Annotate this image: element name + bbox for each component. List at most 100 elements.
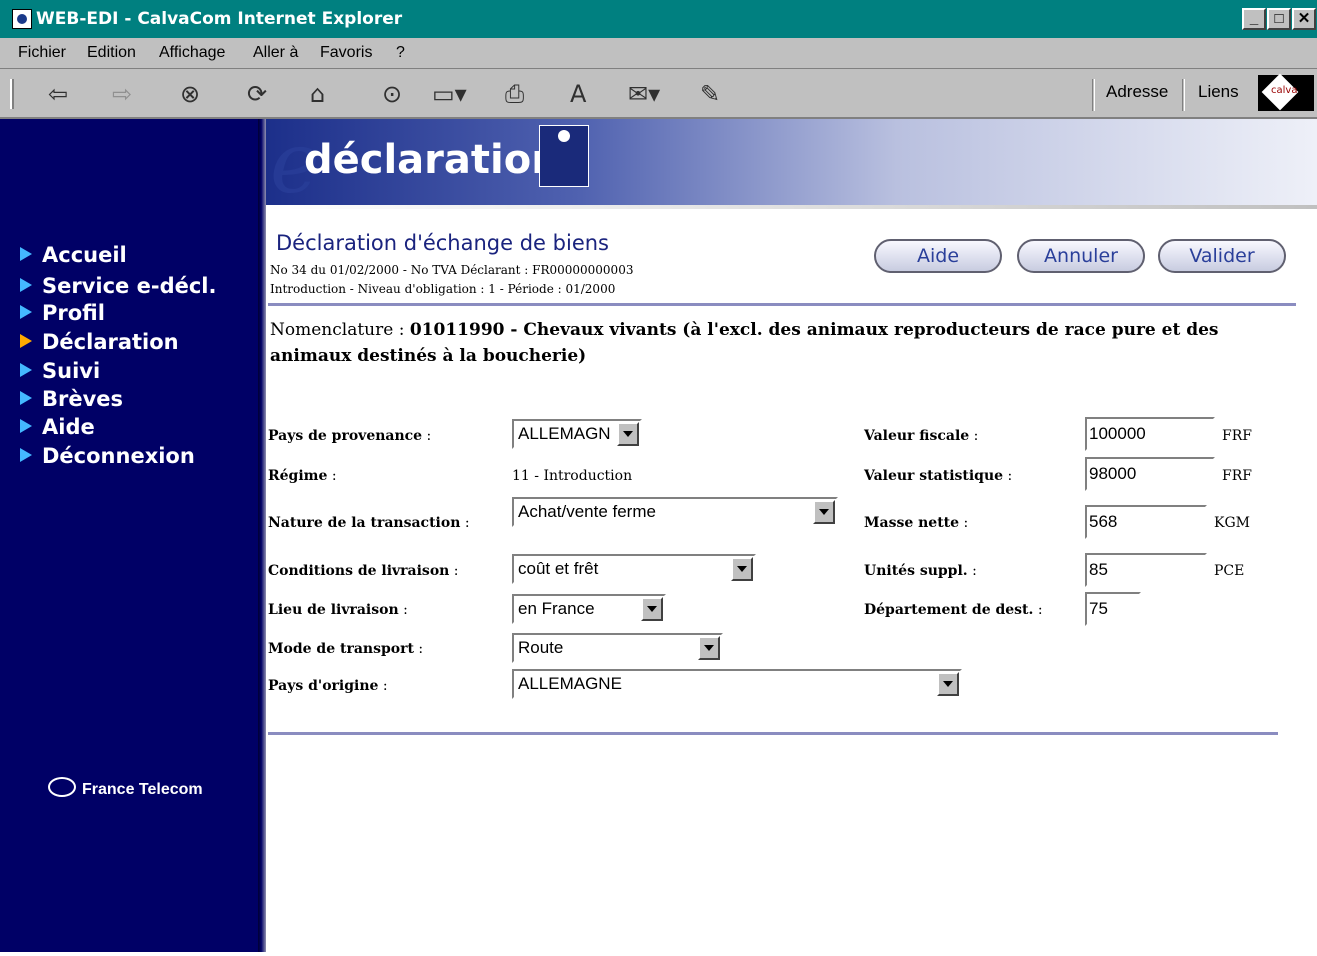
conditions-livraison-select[interactable]: coût et frêt xyxy=(512,554,756,584)
declaration-context: Introduction - Niveau d'obligation : 1 -… xyxy=(270,282,616,296)
chevron-down-icon[interactable] xyxy=(641,597,663,621)
valeur-fiscale-label: Valeur fiscale : xyxy=(864,428,979,444)
stop-icon[interactable]: ⊗ xyxy=(180,79,200,109)
chevron-down-icon[interactable] xyxy=(698,636,720,660)
nav-profil[interactable]: Profil xyxy=(20,301,105,325)
select-value: ALLEMAGNE xyxy=(518,674,622,693)
nav-breves[interactable]: Brèves xyxy=(20,387,123,411)
menu-affichage[interactable]: Affichage xyxy=(159,44,225,62)
arrow-active-icon xyxy=(20,334,32,348)
arrow-icon xyxy=(20,419,32,433)
toolbar-separator xyxy=(1182,79,1185,111)
ie-app-icon[interactable] xyxy=(12,9,32,29)
arrow-icon xyxy=(20,448,32,462)
arrow-icon xyxy=(20,305,32,319)
edit-icon[interactable]: ✎ xyxy=(700,79,720,109)
chevron-down-icon[interactable] xyxy=(617,422,639,446)
departement-dest-label: Département de dest. : xyxy=(864,602,1043,618)
select-value: ALLEMAGN xyxy=(518,424,611,443)
menu-aller[interactable]: Aller à xyxy=(253,44,298,62)
nav-declaration[interactable]: Déclaration xyxy=(20,330,179,354)
help-button[interactable]: Aide xyxy=(874,239,1002,273)
nav-accueil[interactable]: Accueil xyxy=(20,243,127,267)
pays-provenance-label: Pays de provenance : xyxy=(268,428,432,444)
search-icon[interactable]: ⊙ xyxy=(382,79,402,109)
arrow-icon xyxy=(20,363,32,377)
validate-button[interactable]: Valider xyxy=(1158,239,1286,273)
e-declaration-banner: e déclaration xyxy=(266,119,1317,205)
declaration-info: No 34 du 01/02/2000 - No TVA Déclarant :… xyxy=(270,263,634,277)
sidebar: Accueil Service e-décl. Profil Déclarati… xyxy=(0,119,258,952)
departement-dest-input[interactable] xyxy=(1085,592,1141,626)
nav-label: Aide xyxy=(42,415,95,439)
arrow-icon xyxy=(20,247,32,261)
nav-label: Déclaration xyxy=(42,330,179,354)
calva-logo[interactable] xyxy=(1258,75,1314,111)
select-value: coût et frêt xyxy=(518,559,599,578)
forward-icon[interactable]: ⇨ xyxy=(112,79,132,109)
chevron-down-icon[interactable] xyxy=(813,500,835,524)
select-value: Achat/vente ferme xyxy=(518,502,656,521)
nomenclature-label: Nomenclature : xyxy=(270,320,410,340)
nature-transaction-select[interactable]: Achat/vente ferme xyxy=(512,497,838,527)
arrow-icon xyxy=(20,278,32,292)
back-icon[interactable]: ⇦ xyxy=(48,79,68,109)
footer-divider xyxy=(268,732,1278,735)
unites-suppl-label: Unités suppl. : xyxy=(864,563,977,579)
masse-nette-input[interactable] xyxy=(1085,505,1207,539)
arrow-icon xyxy=(20,391,32,405)
address-label[interactable]: Adresse xyxy=(1106,82,1168,102)
nav-service[interactable]: Service e-décl. xyxy=(20,274,216,298)
valeur-statistique-input[interactable] xyxy=(1085,457,1215,491)
links-label[interactable]: Liens xyxy=(1198,82,1239,102)
home-icon[interactable]: ⌂ xyxy=(310,79,325,109)
menu-edition[interactable]: Edition xyxy=(87,44,136,62)
banner-title: déclaration xyxy=(304,137,560,183)
lieu-livraison-select[interactable]: en France xyxy=(512,594,666,624)
nav-label: Service e-décl. xyxy=(42,274,217,298)
menu-help[interactable]: ? xyxy=(396,44,405,62)
refresh-icon[interactable]: ⟳ xyxy=(247,79,267,109)
maximize-button[interactable]: □ xyxy=(1267,8,1291,30)
cancel-button[interactable]: Annuler xyxy=(1017,239,1145,273)
regime-label: Régime : xyxy=(268,468,337,484)
close-button[interactable]: ✕ xyxy=(1292,8,1316,30)
menu-fichier[interactable]: Fichier xyxy=(18,44,66,62)
valeur-statistique-label: Valeur statistique : xyxy=(864,468,1013,484)
mail-icon[interactable]: ✉▾ xyxy=(628,79,660,109)
toolbar-grip[interactable] xyxy=(10,79,14,109)
page-title: Déclaration d'échange de biens xyxy=(276,231,609,255)
nav-suivi[interactable]: Suivi xyxy=(20,359,100,383)
regime-value: 11 - Introduction xyxy=(512,468,633,484)
valeur-fiscale-unit: FRF xyxy=(1222,428,1252,444)
nav-label: Profil xyxy=(42,301,105,325)
masse-nette-label: Masse nette : xyxy=(864,515,969,531)
pays-origine-select[interactable]: ALLEMAGNE xyxy=(512,669,962,699)
toolbar: ⇦ ⇨ ⊗ ⟳ ⌂ ⊙ ▭▾ ⎙ A ✉▾ ✎ Adresse Liens xyxy=(0,69,1317,119)
valeur-fiscale-input[interactable] xyxy=(1085,417,1215,451)
nomenclature: Nomenclature : 01011990 - Chevaux vivant… xyxy=(270,317,1290,369)
pays-provenance-select[interactable]: ALLEMAGN xyxy=(512,419,642,449)
chevron-down-icon[interactable] xyxy=(937,672,959,696)
toolbar-separator xyxy=(1092,79,1095,111)
mode-transport-select[interactable]: Route xyxy=(512,633,723,663)
select-value: en France xyxy=(518,599,595,618)
favorites-icon[interactable]: ▭▾ xyxy=(432,79,467,109)
customs-emblem-icon xyxy=(539,125,589,187)
nav-label: Brèves xyxy=(42,387,124,411)
pays-origine-label: Pays d'origine : xyxy=(268,678,388,694)
nav-deconnexion[interactable]: Déconnexion xyxy=(20,444,195,468)
banner-rule xyxy=(266,205,1317,209)
page-content: Accueil Service e-décl. Profil Déclarati… xyxy=(0,119,1317,956)
menu-favoris[interactable]: Favoris xyxy=(320,44,372,62)
chevron-down-icon[interactable] xyxy=(731,557,753,581)
font-size-icon[interactable]: A xyxy=(570,79,586,109)
print-icon[interactable]: ⎙ xyxy=(505,79,524,109)
nature-transaction-label: Nature de la transaction : xyxy=(268,515,470,531)
unites-suppl-input[interactable] xyxy=(1085,553,1207,587)
window-title: WEB-EDI - CalvaCom Internet Explorer xyxy=(36,9,403,29)
title-bar: WEB-EDI - CalvaCom Internet Explorer _ □… xyxy=(0,0,1317,38)
france-telecom-logo: France Telecom xyxy=(48,777,203,799)
nav-aide[interactable]: Aide xyxy=(20,415,95,439)
minimize-button[interactable]: _ xyxy=(1242,8,1266,30)
